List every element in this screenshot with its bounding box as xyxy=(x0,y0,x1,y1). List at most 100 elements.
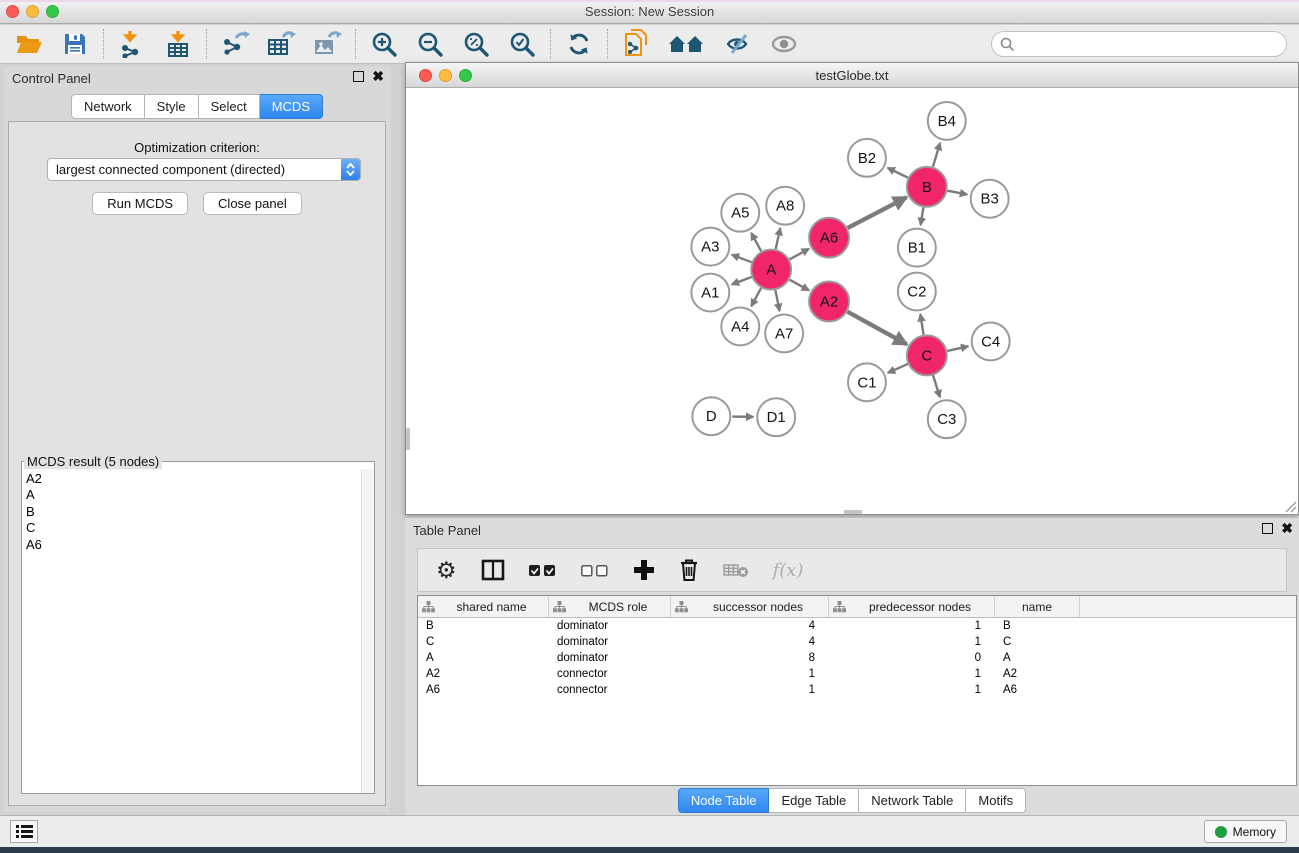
graph-edge[interactable] xyxy=(751,233,761,251)
table-row[interactable]: A6connector11A6 xyxy=(418,682,1296,698)
zoom-selected-icon[interactable] xyxy=(507,29,537,59)
select-all-columns-icon[interactable] xyxy=(529,564,557,577)
table-cell[interactable]: A xyxy=(995,650,1080,666)
table-cell[interactable]: A6 xyxy=(418,682,549,698)
column-header[interactable]: predecessor nodes xyxy=(829,596,995,617)
show-hide-graphics-icon[interactable] xyxy=(723,29,753,59)
graph-node[interactable]: C2 xyxy=(898,273,936,311)
graph-node[interactable]: A1 xyxy=(691,274,729,312)
table-cell[interactable]: dominator xyxy=(549,634,671,650)
task-history-button[interactable] xyxy=(10,820,38,843)
horizontal-scroll-nub[interactable] xyxy=(844,510,862,514)
table-cell[interactable]: 1 xyxy=(829,618,995,634)
graph-edge[interactable] xyxy=(920,314,923,334)
delete-table-icon[interactable] xyxy=(723,562,749,578)
zoom-fit-icon[interactable] xyxy=(461,29,491,59)
table-row[interactable]: Adominator80A xyxy=(418,650,1296,666)
graph-edge[interactable] xyxy=(947,191,967,195)
resize-grip-icon[interactable] xyxy=(1283,499,1297,513)
save-session-icon[interactable] xyxy=(60,29,90,59)
graph-node[interactable]: A8 xyxy=(766,187,804,225)
column-header[interactable]: shared name xyxy=(418,596,549,617)
vertical-scroll-nub[interactable] xyxy=(406,428,410,450)
network-window-titlebar[interactable]: testGlobe.txt xyxy=(406,63,1298,88)
graph-node[interactable]: B2 xyxy=(848,139,886,177)
copy-style-icon[interactable] xyxy=(621,29,651,59)
table-row[interactable]: A2connector11A2 xyxy=(418,666,1296,682)
tab-node-table[interactable]: Node Table xyxy=(678,788,770,813)
graph-node[interactable]: B1 xyxy=(898,229,936,267)
column-header[interactable]: name xyxy=(995,596,1080,617)
tab-network-table[interactable]: Network Table xyxy=(859,788,966,813)
graph-node[interactable]: D1 xyxy=(757,398,795,436)
export-table-icon[interactable] xyxy=(266,29,296,59)
column-header[interactable]: MCDS role xyxy=(549,596,671,617)
list-item[interactable]: A2 xyxy=(22,471,361,487)
graph-node[interactable]: A7 xyxy=(765,314,803,352)
tab-style[interactable]: Style xyxy=(145,94,199,119)
list-item[interactable]: B xyxy=(22,504,361,520)
refresh-icon[interactable] xyxy=(564,29,594,59)
export-network-icon[interactable] xyxy=(220,29,250,59)
table-cell[interactable]: A xyxy=(418,650,549,666)
list-item[interactable]: C xyxy=(22,520,361,536)
table-cell[interactable]: connector xyxy=(549,682,671,698)
table-cell[interactable]: dominator xyxy=(549,650,671,666)
table-cell[interactable]: B xyxy=(418,618,549,634)
table-row[interactable]: Bdominator41B xyxy=(418,618,1296,634)
graph-node[interactable]: A3 xyxy=(691,228,729,266)
optimization-criterion-dropdown[interactable]: largest connected component (directed) xyxy=(47,158,361,181)
table-cell[interactable]: A6 xyxy=(995,682,1080,698)
graph-edge[interactable] xyxy=(776,228,781,249)
graph-node[interactable]: A2 xyxy=(809,282,849,322)
graph-node[interactable]: D xyxy=(692,397,730,435)
tab-mcds[interactable]: MCDS xyxy=(260,94,323,119)
graph-edge[interactable] xyxy=(790,249,809,260)
table-cell[interactable]: B xyxy=(995,618,1080,634)
list-item[interactable]: A6 xyxy=(22,537,361,553)
graph-edge[interactable] xyxy=(888,168,908,178)
graph-node[interactable]: A4 xyxy=(721,307,759,345)
graph-edge[interactable] xyxy=(933,143,940,167)
list-item[interactable]: A xyxy=(22,487,361,503)
home-icon[interactable] xyxy=(667,29,707,59)
graph-edge[interactable] xyxy=(732,255,752,262)
table-cell[interactable]: 4 xyxy=(671,618,829,634)
tab-motifs[interactable]: Motifs xyxy=(966,788,1026,813)
table-cell[interactable]: C xyxy=(418,634,549,650)
delete-column-trash-icon[interactable] xyxy=(679,558,699,582)
network-canvas[interactable]: AA5A8A3A1A4A7A6A2BB2B4B3B1CC2C4C1C3DD1 xyxy=(406,89,1298,514)
import-network-icon[interactable] xyxy=(117,29,147,59)
table-cell[interactable]: 0 xyxy=(829,650,995,666)
table-cell[interactable]: 1 xyxy=(829,666,995,682)
close-panel-icon[interactable]: ✖ xyxy=(372,71,384,82)
result-scrollbar[interactable] xyxy=(361,469,374,793)
table-cell[interactable]: 8 xyxy=(671,650,829,666)
graph-edge[interactable] xyxy=(751,288,761,306)
graph-edge[interactable] xyxy=(947,346,968,351)
table-cell[interactable]: 1 xyxy=(829,634,995,650)
graph-node[interactable]: A6 xyxy=(809,218,849,258)
graph-edge[interactable] xyxy=(848,197,907,228)
graph-node[interactable]: B4 xyxy=(928,102,966,140)
function-builder-icon[interactable]: f(x) xyxy=(773,560,804,581)
table-settings-gear-icon[interactable]: ⚙ xyxy=(436,559,457,581)
table-cell[interactable]: C xyxy=(995,634,1080,650)
create-column-plus-icon[interactable] xyxy=(633,559,655,581)
memory-button[interactable]: Memory xyxy=(1204,820,1287,843)
zoom-out-icon[interactable] xyxy=(415,29,445,59)
graph-edge[interactable] xyxy=(775,290,779,311)
table-cell[interactable]: A2 xyxy=(995,666,1080,682)
graph-node[interactable]: C3 xyxy=(928,400,966,438)
tab-select[interactable]: Select xyxy=(199,94,260,119)
graph-node[interactable]: C4 xyxy=(972,322,1010,360)
show-columns-icon[interactable] xyxy=(481,559,505,581)
graph-edge[interactable] xyxy=(921,207,924,225)
export-image-icon[interactable] xyxy=(312,29,342,59)
search-input[interactable] xyxy=(1020,37,1278,52)
float-panel-icon[interactable] xyxy=(353,71,364,82)
graph-edge[interactable] xyxy=(888,364,908,373)
float-panel-icon[interactable] xyxy=(1262,523,1273,534)
graph-edge[interactable] xyxy=(732,277,752,284)
column-header[interactable]: successor nodes xyxy=(671,596,829,617)
